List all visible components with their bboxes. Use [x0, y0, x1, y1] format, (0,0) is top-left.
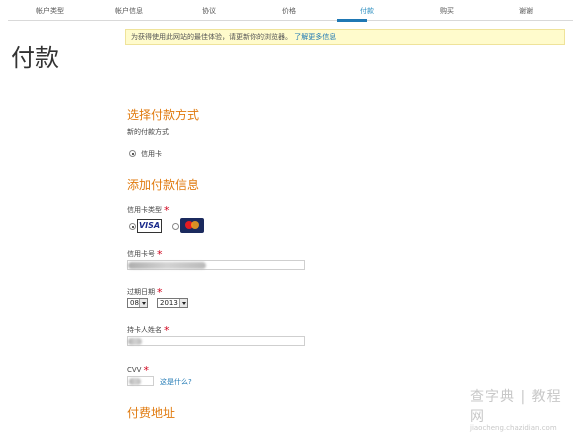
cvv-redacted — [129, 378, 141, 385]
chevron-down-icon — [139, 299, 147, 307]
card-number-redacted — [128, 262, 206, 269]
card-number-label: 信用卡号 * — [127, 248, 163, 261]
expiry-month-select[interactable]: 08 — [127, 298, 148, 308]
cardholder-name-label: 持卡人姓名 * — [127, 324, 170, 337]
credit-card-option-label: 信用卡 — [141, 150, 162, 158]
required-asterisk: * — [164, 204, 170, 217]
card-type-label: 信用卡类型 * — [127, 204, 170, 217]
notice-text: 为获得使用此网站的最佳体验，请更新你的浏览器。 — [131, 33, 292, 41]
watermark-url: jiaocheng.chazidian.com — [470, 424, 557, 432]
payment-info-heading: 添加付款信息 — [127, 178, 200, 192]
browser-update-notice: 为获得使用此网站的最佳体验，请更新你的浏览器。 了解更多信息 — [125, 29, 565, 45]
mastercard-logo — [180, 218, 204, 233]
active-step-indicator — [337, 19, 367, 22]
expiry-date-label: 过期日期 * — [127, 286, 163, 299]
step-thanks: 谢谢 — [519, 7, 533, 15]
credit-card-radio[interactable] — [129, 150, 136, 157]
step-account-type: 帐户类型 — [36, 7, 64, 15]
new-payment-method-label: 新的付款方式 — [127, 128, 169, 136]
step-payment: 付款 — [360, 7, 374, 15]
cvv-help-link[interactable]: 这是什么? — [160, 377, 192, 387]
cardholder-name-redacted — [128, 338, 142, 345]
step-pricing: 价格 — [282, 7, 296, 15]
step-account-info: 帐户信息 — [115, 7, 143, 15]
steps-divider — [8, 20, 573, 21]
page-title: 付款 — [11, 44, 59, 72]
cvv-label: CVV * — [127, 364, 149, 377]
learn-more-link[interactable]: 了解更多信息 — [294, 33, 336, 41]
site-watermark: 查字典 | 教程网 jiaocheng.chazidian.com — [470, 386, 575, 432]
payment-method-heading: 选择付款方式 — [127, 108, 200, 122]
chevron-down-icon — [179, 299, 187, 307]
visa-card-logo: VISA — [137, 219, 162, 233]
step-agreement: 协议 — [202, 7, 216, 15]
watermark-title: 查字典 | 教程网 — [470, 389, 562, 425]
billing-address-heading: 付费地址 — [127, 406, 176, 420]
expiry-year-select[interactable]: 2013 — [157, 298, 188, 308]
cardholder-name-input[interactable] — [127, 336, 305, 346]
visa-radio[interactable] — [129, 223, 136, 230]
progress-steps: 帐户类型 帐户信息 协议 价格 付款 购买 谢谢 — [0, 0, 580, 22]
mastercard-radio[interactable] — [172, 223, 179, 230]
step-purchase: 购买 — [440, 7, 454, 15]
